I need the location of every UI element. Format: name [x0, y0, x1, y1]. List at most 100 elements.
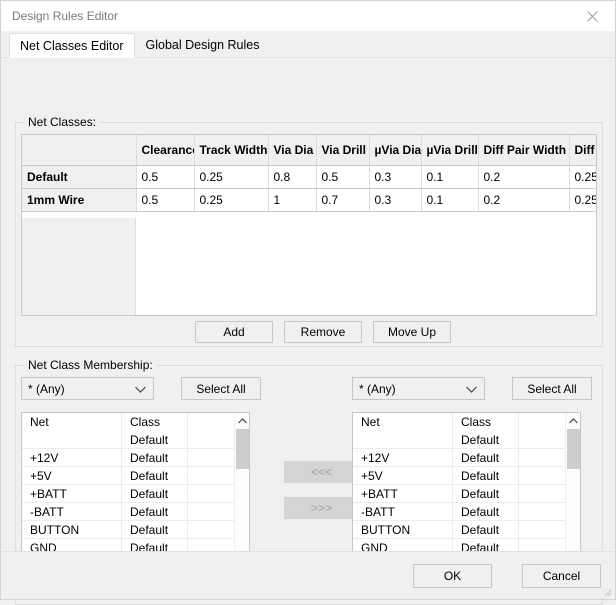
table-row[interactable]: 1mm Wire 0.5 0.25 1 0.7 0.3 0.1 0.2 0.25: [22, 188, 596, 212]
list-item[interactable]: +12V Default: [22, 449, 234, 467]
net-class: Default: [453, 503, 519, 520]
cell-via-drill[interactable]: 0.5: [316, 165, 370, 189]
list-item[interactable]: BUTTON Default: [22, 521, 234, 539]
cell-via-dia[interactable]: 0.8: [268, 165, 317, 189]
scroll-up-icon[interactable]: [235, 413, 249, 428]
right-scrollbar-thumb[interactable]: [567, 429, 580, 469]
cell-diff-pair-gap[interactable]: 0.25: [569, 165, 596, 189]
move-up-button[interactable]: Move Up: [373, 321, 451, 343]
list-item[interactable]: -BATT Default: [353, 503, 565, 521]
cell-clearance[interactable]: 0.5: [136, 188, 195, 212]
right-header-class: Class: [453, 413, 519, 431]
tab-label: Net Classes Editor: [20, 38, 124, 53]
net-class: Default: [122, 431, 188, 448]
chevron-down-icon: [135, 382, 146, 396]
right-select-all-button[interactable]: Select All: [512, 377, 592, 400]
net-name: -BATT: [22, 503, 122, 520]
net-class: Default: [122, 449, 188, 466]
close-icon: [587, 10, 598, 22]
right-net-filter-value: * (Any): [359, 381, 396, 396]
net-class: Default: [122, 485, 188, 502]
column-header-diff-pair-gap[interactable]: Diff Pair Gap: [569, 135, 596, 166]
tab-net-classes-editor[interactable]: Net Classes Editor: [9, 33, 135, 58]
cell-uvia-drill[interactable]: 0.1: [421, 165, 479, 189]
tab-content-net-classes-editor: Net Classes: Clearance Track Width Via D…: [1, 58, 615, 605]
right-list-header-row: Net Class: [353, 413, 565, 431]
column-header-rowname[interactable]: [22, 135, 137, 166]
cell-diff-pair-gap[interactable]: 0.25: [569, 188, 596, 212]
cell-diff-pair-width[interactable]: 0.2: [478, 188, 570, 212]
cell-uvia-drill[interactable]: 0.1: [421, 188, 479, 212]
cell-uvia-dia[interactable]: 0.3: [369, 165, 422, 189]
net-class: Default: [453, 431, 519, 448]
remove-button[interactable]: Remove: [284, 321, 362, 343]
cell-via-drill[interactable]: 0.7: [316, 188, 370, 212]
cell-via-dia[interactable]: 1: [268, 188, 317, 212]
left-list-header-row: Net Class: [22, 413, 234, 431]
ok-button[interactable]: OK: [413, 564, 492, 588]
net-name: +BATT: [353, 485, 453, 502]
left-net-filter-dropdown[interactable]: * (Any): [21, 377, 154, 400]
list-item[interactable]: +12V Default: [353, 449, 565, 467]
list-item[interactable]: +BATT Default: [22, 485, 234, 503]
cell-track-width[interactable]: 0.25: [194, 165, 269, 189]
column-header-clearance[interactable]: Clearance: [136, 135, 195, 166]
list-item[interactable]: -BATT Default: [22, 503, 234, 521]
net-classes-group: Net Classes: Clearance Track Width Via D…: [15, 115, 603, 347]
move-to-left-button[interactable]: <<<: [284, 461, 359, 483]
dialog-footer: OK Cancel: [2, 551, 614, 598]
column-header-track-width[interactable]: Track Width: [194, 135, 269, 166]
column-header-uvia-dia[interactable]: µVia Dia: [369, 135, 422, 166]
left-net-filter-value: * (Any): [28, 381, 65, 396]
table-header-row: Clearance Track Width Via Dia Via Drill …: [22, 135, 596, 166]
resize-grip[interactable]: [602, 586, 612, 597]
move-to-right-button[interactable]: >>>: [284, 497, 359, 519]
scroll-up-icon[interactable]: [566, 413, 580, 428]
row-header-1mm-wire[interactable]: 1mm Wire: [22, 188, 137, 212]
list-item[interactable]: +5V Default: [22, 467, 234, 485]
window-title: Design Rules Editor: [12, 9, 119, 23]
column-header-uvia-drill[interactable]: µVia Drill: [421, 135, 479, 166]
left-header-class: Class: [122, 413, 188, 431]
list-item[interactable]: +BATT Default: [353, 485, 565, 503]
net-classes-table: Clearance Track Width Via Dia Via Drill …: [22, 135, 596, 212]
cell-clearance[interactable]: 0.5: [136, 165, 195, 189]
table-row[interactable]: Default 0.5 0.25 0.8 0.5 0.3 0.1 0.2 0.2…: [22, 165, 596, 189]
list-item[interactable]: +5V Default: [353, 467, 565, 485]
row-header-default[interactable]: Default: [22, 165, 137, 189]
net-class: Default: [453, 485, 519, 502]
net-name: +BATT: [22, 485, 122, 502]
add-button[interactable]: Add: [195, 321, 273, 343]
list-item[interactable]: BUTTON Default: [353, 521, 565, 539]
cell-uvia-dia[interactable]: 0.3: [369, 188, 422, 212]
net-name: BUTTON: [22, 521, 122, 538]
net-name: -BATT: [353, 503, 453, 520]
net-name: +12V: [22, 449, 122, 466]
list-item[interactable]: Default: [22, 431, 234, 449]
right-net-filter-dropdown[interactable]: * (Any): [352, 377, 485, 400]
column-header-diff-pair-width[interactable]: Diff Pair Width: [478, 135, 570, 166]
cell-diff-pair-width[interactable]: 0.2: [478, 165, 570, 189]
net-class: Default: [122, 521, 188, 538]
cell-track-width[interactable]: 0.25: [194, 188, 269, 212]
net-classes-table-container[interactable]: Clearance Track Width Via Dia Via Drill …: [21, 134, 597, 316]
title-bar: Design Rules Editor: [1, 1, 615, 31]
tab-label: Global Design Rules: [145, 38, 260, 52]
net-name: [353, 431, 453, 448]
net-class: Default: [122, 503, 188, 520]
left-scrollbar-thumb[interactable]: [236, 429, 249, 469]
net-classes-group-label: Net Classes:: [24, 115, 101, 129]
tab-global-design-rules[interactable]: Global Design Rules: [134, 33, 271, 57]
column-header-via-dia[interactable]: Via Dia: [268, 135, 317, 166]
net-class: Default: [453, 521, 519, 538]
list-item[interactable]: Default: [353, 431, 565, 449]
close-button[interactable]: [570, 1, 615, 31]
net-name: +5V: [353, 467, 453, 484]
right-header-net: Net: [353, 413, 453, 431]
net-class: Default: [453, 449, 519, 466]
net-name: +12V: [353, 449, 453, 466]
cancel-button[interactable]: Cancel: [522, 564, 601, 588]
left-header-spacer: [188, 413, 234, 431]
left-select-all-button[interactable]: Select All: [181, 377, 261, 400]
column-header-via-drill[interactable]: Via Drill: [316, 135, 370, 166]
